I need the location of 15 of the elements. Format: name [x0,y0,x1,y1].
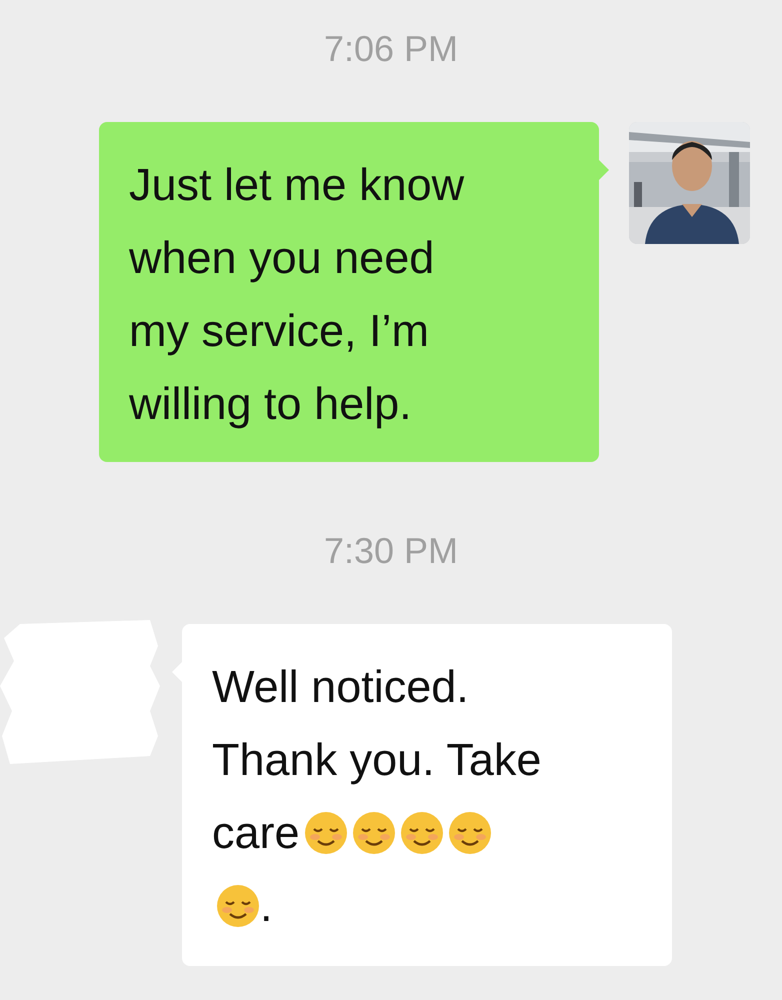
smiling-face-icon [352,810,396,854]
smiling-face-icon [304,810,348,854]
message-text: willing to help. [129,378,412,430]
message-text: . [260,880,273,932]
message-text: care [212,806,300,858]
message-text: Thank you. Take [212,734,542,786]
message-text: Just let me know [129,158,464,210]
smiling-face-icon [400,810,444,854]
smiling-face-icon [216,884,260,928]
message-text: Well noticed. [212,660,469,712]
message-text: when you need [129,232,434,284]
timestamp: 7:06 PM [324,28,458,70]
timestamp: 7:30 PM [324,530,458,572]
message-text: my service, I’m [129,304,430,356]
smiling-face-icon [448,810,492,854]
